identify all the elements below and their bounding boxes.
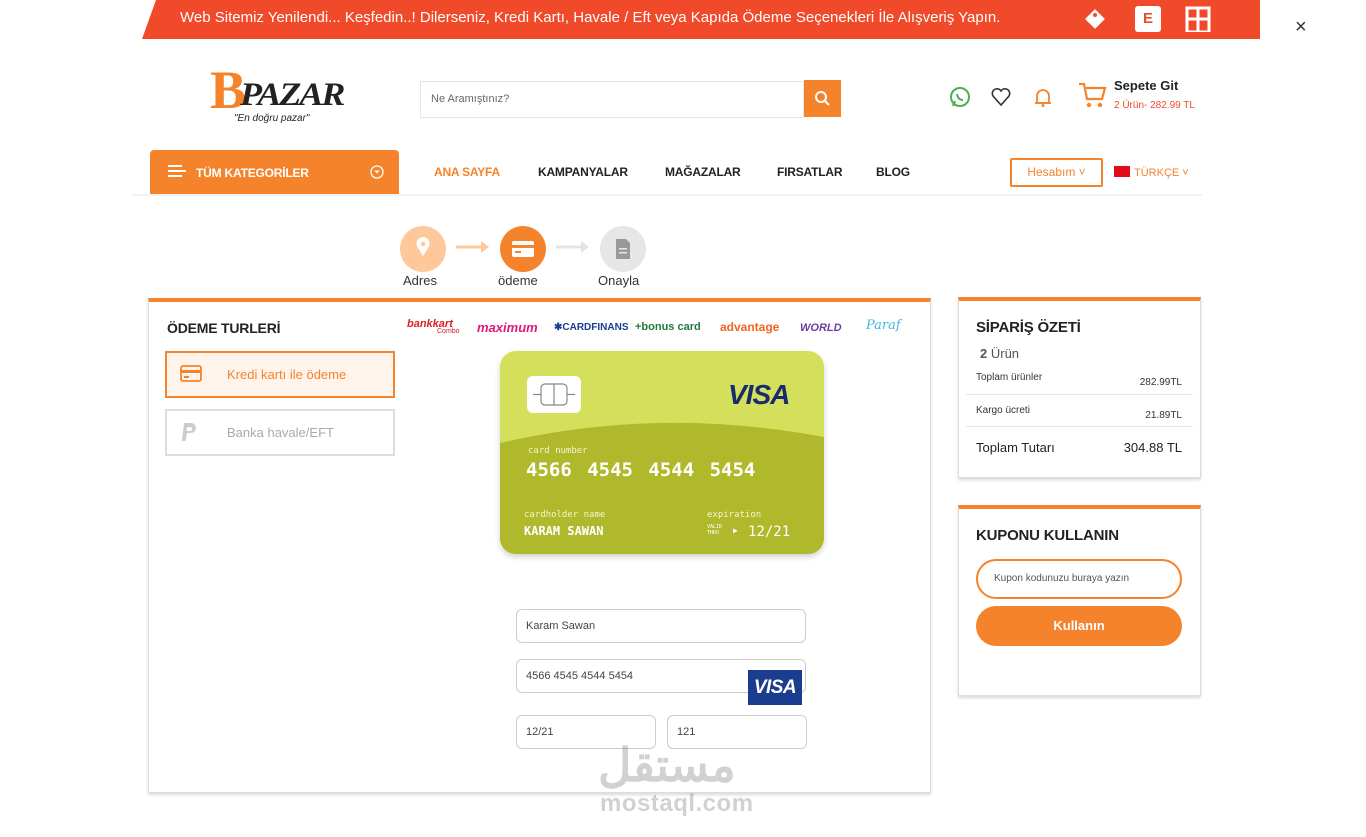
search-input[interactable]: Ne Aramıştınız?: [420, 81, 804, 118]
nav-blog[interactable]: BLOG: [876, 165, 910, 179]
summary-divider: [966, 394, 1193, 395]
logo-wordmark: PAZAR: [240, 76, 345, 112]
cardholder-name-field[interactable]: Karam Sawan: [516, 609, 806, 643]
brand-bankkart-sub: Combo: [437, 328, 460, 335]
credit-card-icon: [180, 365, 202, 382]
order-item-count-label: Ürün: [990, 346, 1020, 361]
search-button[interactable]: [804, 80, 841, 117]
subtotal-label: Toplam ürünler: [976, 372, 1043, 383]
chip-icon: [533, 383, 575, 406]
valid-thru-label: VALID THRU: [707, 524, 723, 536]
paypal-icon: [182, 423, 196, 441]
cardholder-label: cardholder name: [524, 510, 606, 520]
brand-advantage: advantage: [720, 320, 780, 334]
credit-card-icon: [512, 241, 534, 257]
all-categories-label: TÜM KATEGORİLER: [196, 166, 309, 180]
turkey-flag-icon: [1114, 166, 1130, 177]
gift-icon: [1185, 6, 1211, 32]
cart-title[interactable]: Sepete Git: [1114, 78, 1178, 93]
shipping-label: Kargo ücreti: [976, 405, 1030, 416]
credit-card-preview: VISA card number 4566 4545 4544 5454 car…: [500, 351, 824, 554]
cart-summary: 2 Ürün- 282.99 TL: [1114, 100, 1195, 111]
brand-maximum: maximum: [477, 320, 538, 335]
language-label: TÜRKÇE ˅: [1134, 167, 1189, 179]
document-icon: [616, 239, 630, 259]
payment-title: ÖDEME TURLERİ: [167, 320, 281, 336]
credit-card-option[interactable]: Kredi kartı ile ödeme: [165, 351, 395, 398]
e-document-icon: E: [1135, 6, 1161, 32]
step-arrow-icon: [556, 241, 589, 253]
cardholder-name: KARAM SAWAN: [524, 524, 604, 538]
step-payment-label: ödeme: [498, 273, 538, 288]
e-document-letter: E: [1142, 10, 1153, 27]
step-address-label: Adres: [403, 273, 437, 288]
card-number-label: card number: [528, 446, 588, 456]
subtotal-value: 282.99TL: [1139, 377, 1182, 388]
card-brand-logo: VISA: [728, 379, 790, 410]
card-number: 4566 4545 4544 5454: [526, 459, 756, 481]
logo-tagline: "En doğru pazar": [234, 113, 310, 124]
shipping-value: 21.89TL: [1145, 410, 1182, 421]
search-icon: [815, 91, 830, 106]
step-payment[interactable]: [500, 226, 546, 272]
step-confirm-label: Onayla: [598, 273, 640, 288]
watermark: مستقل mostaql.com: [598, 740, 770, 820]
promo-banner: Web Sitemiz Yenilendi... Keşfedin..! Dil…: [0, 0, 1366, 39]
total-value: 304.88 TL: [1123, 440, 1182, 455]
heart-icon[interactable]: [990, 86, 1012, 108]
bank-transfer-option-label: Banka havale/EFT: [227, 425, 334, 440]
brand-paraf: Paraf: [866, 318, 901, 333]
card-expiration: 12/21: [748, 524, 791, 540]
nav-campaigns[interactable]: KAMPANYALAR: [538, 165, 628, 179]
nav-divider: [132, 194, 1202, 196]
language-selector[interactable]: TÜRKÇE ˅: [1114, 166, 1189, 179]
all-categories-button[interactable]: TÜM KATEGORİLER: [150, 150, 399, 195]
nav-deals[interactable]: FIRSATLAR: [777, 165, 843, 179]
step-address[interactable]: [400, 226, 446, 272]
brand-cardfinans-name: CARDFINANS: [562, 322, 629, 333]
brand-world: WORLD: [800, 322, 842, 334]
cart-icon[interactable]: [1077, 80, 1107, 110]
promo-banner-text: Web Sitemiz Yenilendi... Keşfedin..! Dil…: [180, 9, 1001, 26]
apply-coupon-button[interactable]: Kullanın: [976, 606, 1182, 646]
expiration-label: expiration: [707, 510, 762, 520]
coupon-code-input[interactable]: Kupon kodunuzu buraya yazın: [976, 559, 1182, 599]
coupon-title: KUPONU KULLANIN: [976, 527, 1119, 544]
watermark-domain: mostaql.com: [600, 790, 754, 817]
site-logo[interactable]: B PAZAR "En doğru pazar": [210, 63, 345, 125]
bank-transfer-option[interactable]: Banka havale/EFT: [165, 409, 395, 456]
brand-bankkart: bankkart Combo: [407, 318, 460, 335]
account-button[interactable]: Hesabım ˅: [1010, 158, 1103, 187]
visa-badge: VISA: [748, 670, 802, 705]
whatsapp-icon[interactable]: [949, 86, 971, 108]
location-pin-icon: [416, 237, 430, 256]
play-arrow-icon: ▶: [733, 526, 738, 535]
brand-cardfinans: ✱CARDFINANS: [554, 322, 629, 333]
summary-divider: [966, 426, 1193, 427]
tag-icon: [1085, 9, 1105, 29]
card-chip: [527, 376, 581, 413]
total-label: Toplam Tutarı: [976, 440, 1055, 455]
credit-card-option-label: Kredi kartı ile ödeme: [227, 367, 347, 382]
order-summary-title: SİPARİŞ ÖZETİ: [976, 319, 1081, 336]
nav-home[interactable]: ANA SAYFA: [434, 165, 500, 179]
chevron-down-icon: [370, 165, 384, 179]
step-confirm[interactable]: [600, 226, 646, 272]
nav-stores[interactable]: MAĞAZALAR: [665, 165, 741, 179]
order-item-count: 2 Ürün: [980, 346, 1019, 361]
step-arrow-icon: [456, 241, 489, 253]
menu-icon: [168, 165, 186, 177]
watermark-arabic: مستقل: [598, 739, 736, 791]
order-item-count-number: 2: [980, 346, 988, 361]
close-banner-button[interactable]: ×: [1295, 17, 1307, 37]
brand-bonus-card: +bonus card: [635, 321, 701, 333]
bell-icon[interactable]: [1032, 86, 1054, 108]
